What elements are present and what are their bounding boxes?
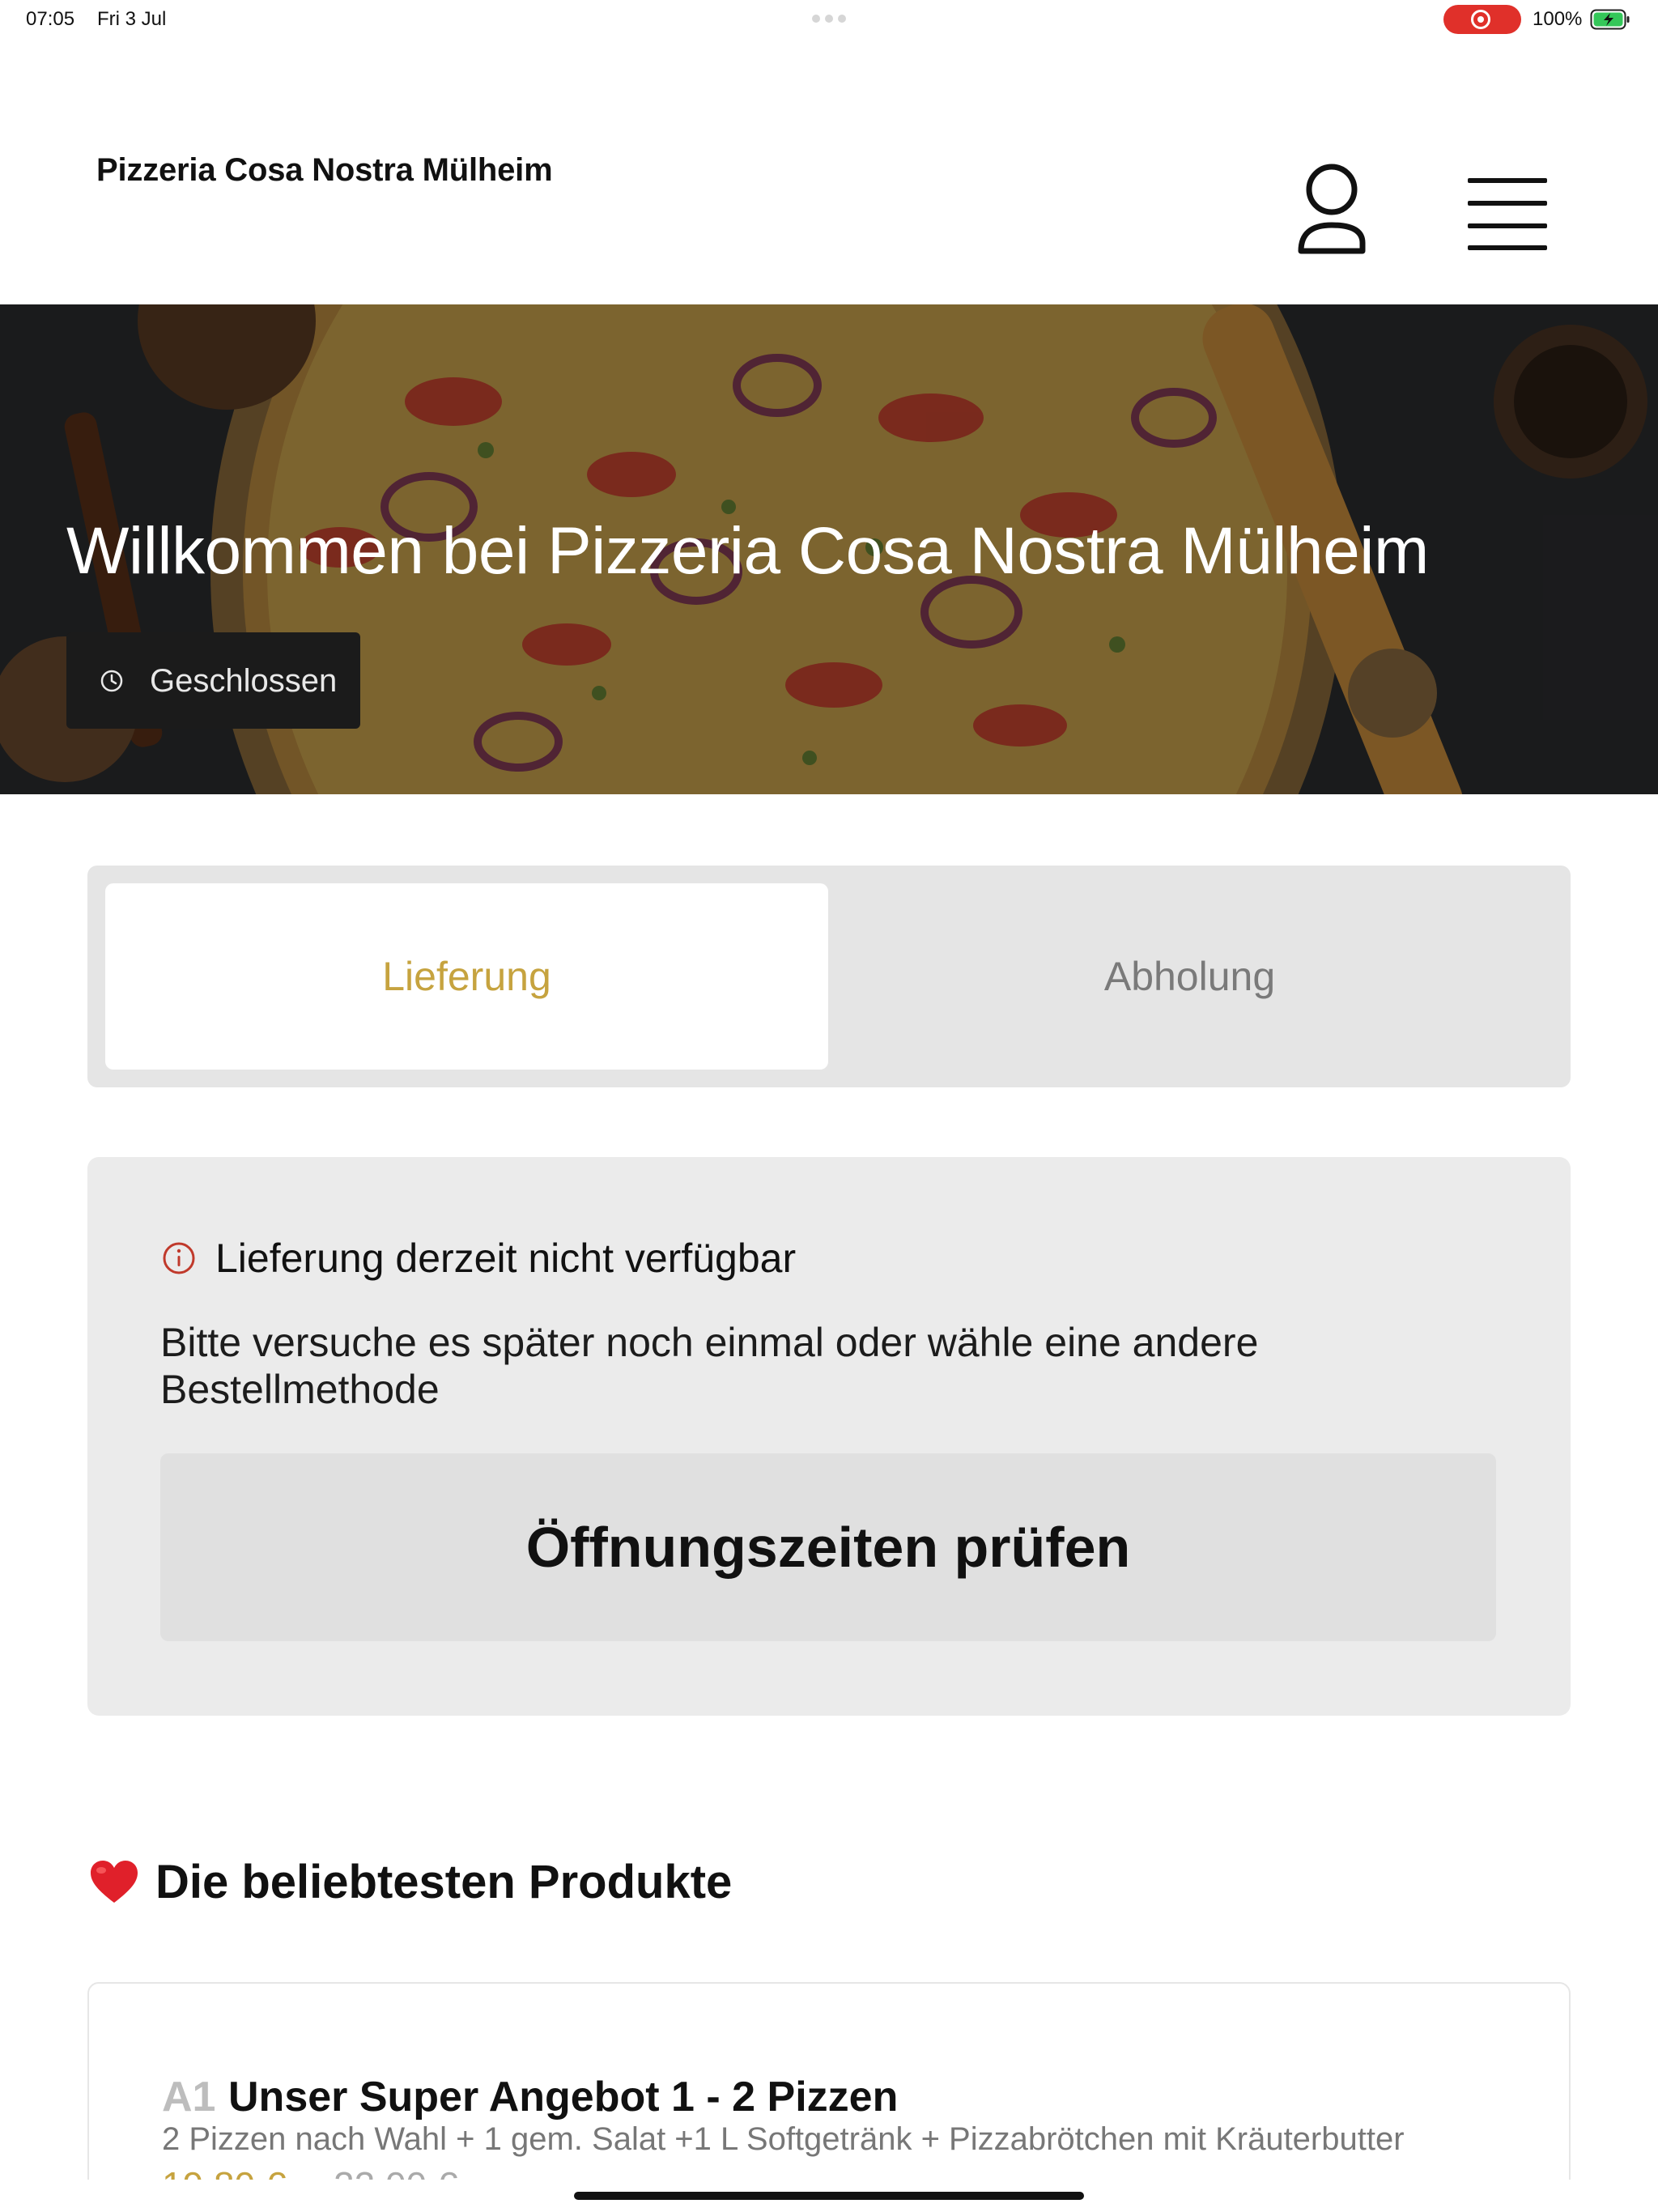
hero-banner: Willkommen bei Pizzeria Cosa Nostra Mülh…	[0, 304, 1658, 794]
notice-title: Lieferung derzeit nicht verfügbar	[215, 1236, 797, 1281]
product-card[interactable]: A1 Unser Super Angebot 1 - 2 Pizzen 2 Pi…	[87, 1982, 1571, 2212]
section-title: Die beliebtesten Produkte	[155, 1855, 733, 1908]
header: Pizzeria Cosa Nostra Mülheim	[0, 39, 1658, 304]
welcome-title: Willkommen bei Pizzeria Cosa Nostra Mülh…	[66, 514, 1429, 588]
delivery-unavailable-notice: Lieferung derzeit nicht verfügbar Bitte …	[87, 1157, 1571, 1716]
restaurant-name[interactable]: Pizzeria Cosa Nostra Mülheim	[96, 152, 553, 189]
tab-abholung[interactable]: Abholung	[828, 883, 1551, 1070]
record-icon	[1471, 10, 1490, 29]
status-time: 07:05	[26, 8, 75, 30]
clock-icon	[100, 670, 123, 692]
multitasking-dots[interactable]	[812, 15, 846, 23]
home-indicator[interactable]	[574, 2192, 1084, 2200]
heart-icon	[91, 1861, 138, 1903]
product-name: Unser Super Angebot 1 - 2 Pizzen	[228, 2074, 899, 2121]
user-icon[interactable]	[1291, 162, 1372, 257]
check-opening-hours-button[interactable]: Öffnungszeiten prüfen	[160, 1453, 1496, 1641]
hamburger-menu-icon[interactable]	[1461, 172, 1558, 250]
battery-percent: 100%	[1533, 8, 1583, 30]
info-icon	[163, 1242, 195, 1274]
battery-icon	[1590, 9, 1630, 30]
status-bar: 07:05 Fri 3 Jul 100%	[0, 0, 1658, 39]
status-date: Fri 3 Jul	[97, 8, 167, 30]
popular-products-heading: Die beliebtesten Produkte	[89, 1853, 732, 1911]
status-text: Geschlossen	[150, 663, 338, 699]
screen-recording-indicator[interactable]	[1443, 5, 1521, 34]
product-code: A1	[162, 2074, 216, 2121]
tab-lieferung[interactable]: Lieferung	[105, 883, 828, 1070]
product-description: 2 Pizzen nach Wahl + 1 gem. Salat +1 L S…	[162, 2121, 1405, 2157]
page: 07:05 Fri 3 Jul 100% Pizzeria Cosa Nostr…	[0, 0, 1658, 2212]
notice-text: Bitte versuche es später noch einmal ode…	[160, 1320, 1259, 1412]
order-mode-switch: Lieferung Abholung	[87, 866, 1571, 1087]
opening-status-badge[interactable]: Geschlossen	[66, 632, 360, 729]
